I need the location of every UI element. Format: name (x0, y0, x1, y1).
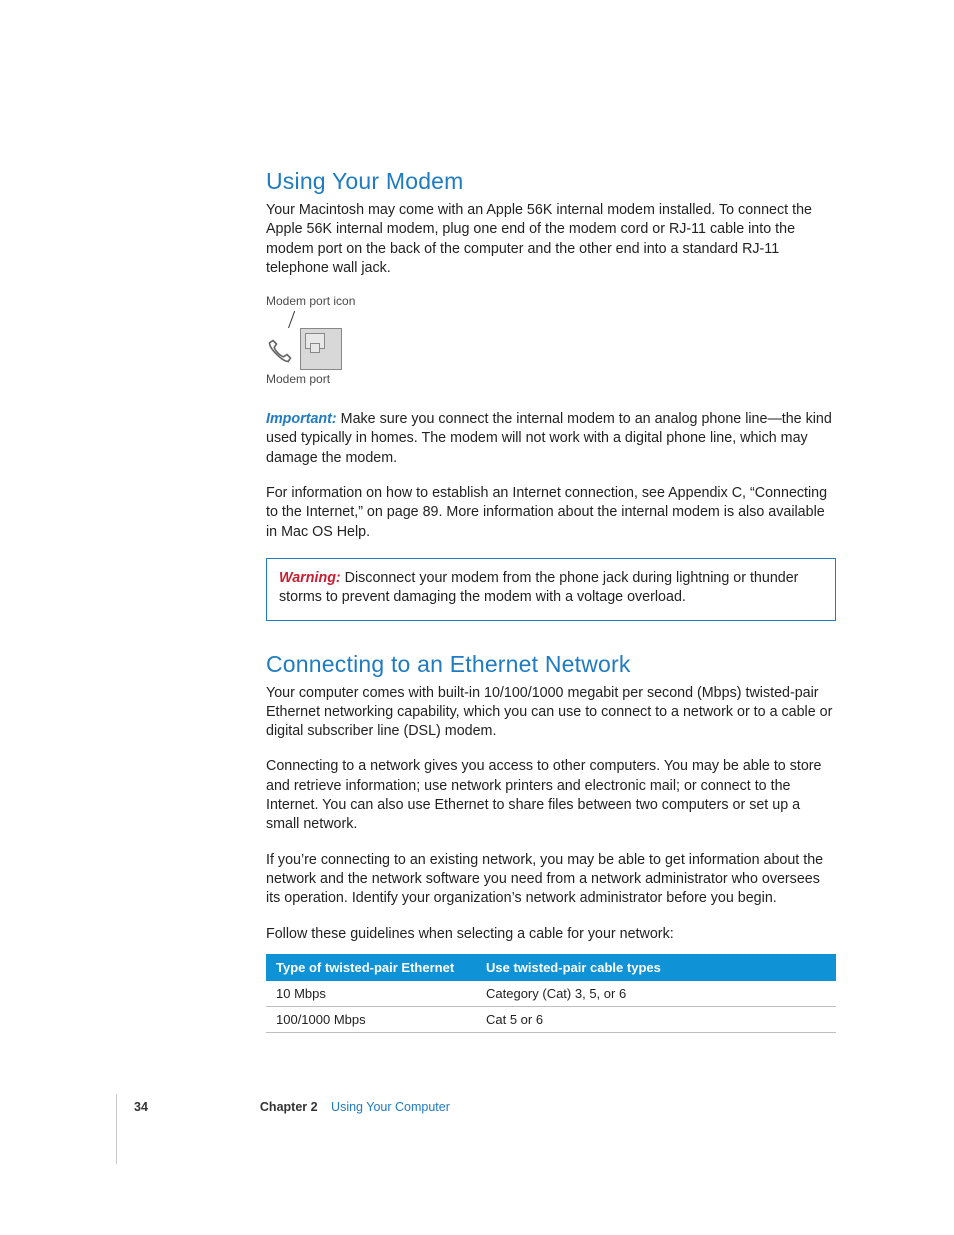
table-cell: Cat 5 or 6 (476, 1006, 836, 1032)
table-cell: 100/1000 Mbps (266, 1006, 476, 1032)
important-text: Make sure you connect the internal modem… (266, 411, 832, 466)
page-content: Using Your Modem Your Macintosh may come… (266, 168, 836, 1033)
figure-label-bottom: Modem port (266, 372, 836, 386)
table-row: 10 Mbps Category (Cat) 3, 5, or 6 (266, 981, 836, 1007)
table-header-row: Type of twisted-pair Ethernet Use twiste… (266, 954, 836, 981)
table-header: Use twisted-pair cable types (476, 954, 836, 981)
page-number: 34 (134, 1100, 148, 1114)
body-paragraph: If you’re connecting to an existing netw… (266, 851, 836, 909)
modem-port-icon (300, 328, 342, 370)
table-header: Type of twisted-pair Ethernet (266, 954, 476, 981)
phone-icon (266, 337, 294, 370)
section-heading-modem: Using Your Modem (266, 168, 836, 195)
chapter-title: Using Your Computer (331, 1100, 450, 1114)
body-paragraph: Your computer comes with built-in 10/100… (266, 684, 836, 742)
important-note: Important: Make sure you connect the int… (266, 410, 836, 468)
chapter-label: Chapter 2 (260, 1100, 318, 1114)
warning-label: Warning: (279, 570, 341, 586)
page-footer: 34 Chapter 2 Using Your Computer (134, 1100, 834, 1114)
table-cell: 10 Mbps (266, 981, 476, 1007)
section-heading-ethernet: Connecting to an Ethernet Network (266, 651, 836, 678)
body-paragraph: Follow these guidelines when selecting a… (266, 925, 836, 944)
table-cell: Category (Cat) 3, 5, or 6 (476, 981, 836, 1007)
modem-port-figure: Modem port icon Modem port (266, 294, 836, 386)
body-paragraph: Your Macintosh may come with an Apple 56… (266, 201, 836, 278)
warning-text: Disconnect your modem from the phone jac… (279, 570, 798, 605)
cable-table: Type of twisted-pair Ethernet Use twiste… (266, 954, 836, 1033)
leader-line (288, 311, 295, 328)
warning-box: Warning: Disconnect your modem from the … (266, 558, 836, 621)
body-paragraph: Connecting to a network gives you access… (266, 757, 836, 834)
important-label: Important: (266, 411, 337, 427)
table-row: 100/1000 Mbps Cat 5 or 6 (266, 1006, 836, 1032)
footer-divider (116, 1094, 117, 1164)
figure-label-top: Modem port icon (266, 294, 836, 308)
body-paragraph: For information on how to establish an I… (266, 484, 836, 542)
